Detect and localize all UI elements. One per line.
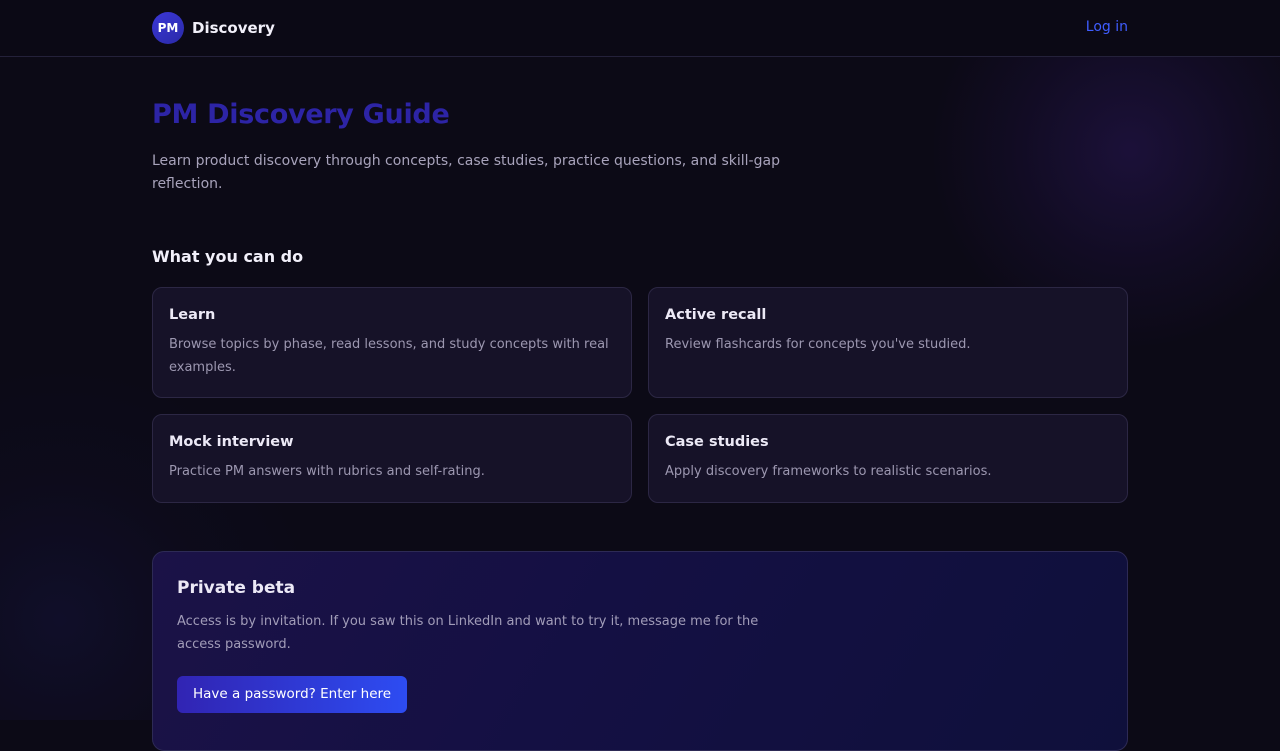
feature-card-title: Case studies bbox=[665, 434, 1111, 450]
brand-name: Discovery bbox=[192, 19, 275, 37]
top-nav: PM Discovery Log in bbox=[0, 0, 1280, 57]
beta-title: Private beta bbox=[177, 578, 1103, 598]
features-grid: Learn Browse topics by phase, read lesso… bbox=[152, 287, 1128, 503]
feature-card-learn[interactable]: Learn Browse topics by phase, read lesso… bbox=[152, 287, 632, 398]
feature-card-active-recall[interactable]: Active recall Review flashcards for conc… bbox=[648, 287, 1128, 398]
feature-card-description: Browse topics by phase, read lessons, an… bbox=[169, 333, 615, 379]
features-heading: What you can do bbox=[152, 247, 303, 266]
feature-card-case-studies[interactable]: Case studies Apply discovery frameworks … bbox=[648, 414, 1128, 503]
enter-password-button[interactable]: Have a password? Enter here bbox=[177, 676, 407, 713]
feature-card-title: Mock interview bbox=[169, 434, 615, 450]
feature-card-description: Apply discovery frameworks to realistic … bbox=[665, 460, 1111, 483]
feature-card-mock-interview[interactable]: Mock interview Practice PM answers with … bbox=[152, 414, 632, 503]
beta-description: Access is by invitation. If you saw this… bbox=[177, 610, 777, 656]
feature-card-description: Review flashcards for concepts you've st… bbox=[665, 333, 1111, 356]
logo-text: PM bbox=[158, 21, 179, 35]
feature-card-description: Practice PM answers with rubrics and sel… bbox=[169, 460, 615, 483]
login-link[interactable]: Log in bbox=[1086, 19, 1128, 35]
feature-card-title: Learn bbox=[169, 307, 615, 323]
logo-badge: PM bbox=[152, 12, 184, 44]
page-title: PM Discovery Guide bbox=[152, 99, 449, 130]
feature-card-title: Active recall bbox=[665, 307, 1111, 323]
brand-link[interactable]: PM Discovery bbox=[152, 12, 275, 44]
page-subtitle: Learn product discovery through concepts… bbox=[152, 150, 812, 196]
private-beta-panel: Private beta Access is by invitation. If… bbox=[152, 551, 1128, 751]
